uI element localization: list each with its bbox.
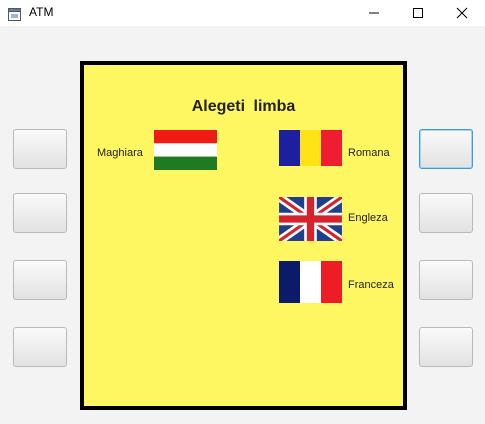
language-label-franceza: Franceza bbox=[348, 279, 394, 291]
window-title: ATM bbox=[29, 5, 54, 19]
left-side-button-4[interactable] bbox=[13, 327, 67, 367]
right-side-button-2[interactable] bbox=[419, 193, 473, 233]
minimize-icon bbox=[369, 12, 379, 14]
language-label-engleza: Engleza bbox=[348, 212, 388, 224]
close-button[interactable] bbox=[439, 0, 485, 26]
left-side-button-2[interactable] bbox=[13, 193, 67, 233]
left-side-button-3[interactable] bbox=[13, 260, 67, 300]
screen-heading: Alegeti limba bbox=[191, 98, 296, 115]
right-side-button-1[interactable] bbox=[419, 129, 473, 169]
uk-flag-icon[interactable] bbox=[279, 197, 342, 241]
language-label-romana: Romana bbox=[348, 147, 390, 159]
right-side-button-4[interactable] bbox=[419, 327, 473, 367]
language-label-maghiara: Maghiara bbox=[97, 147, 143, 159]
maximize-button[interactable] bbox=[395, 0, 441, 26]
france-flag-icon[interactable] bbox=[279, 261, 342, 303]
hungary-flag-icon[interactable] bbox=[154, 130, 217, 170]
minimize-button[interactable] bbox=[351, 0, 397, 26]
close-icon bbox=[456, 7, 468, 19]
left-side-button-1[interactable] bbox=[13, 129, 67, 169]
maximize-icon bbox=[413, 8, 423, 18]
title-bar: ATM bbox=[0, 0, 485, 26]
romania-flag-icon[interactable] bbox=[279, 130, 342, 170]
right-side-button-3[interactable] bbox=[419, 260, 473, 300]
atm-screen: Alegeti limba Maghiara Romana Engleza Fr… bbox=[80, 61, 407, 410]
app-window-icon bbox=[8, 6, 21, 21]
